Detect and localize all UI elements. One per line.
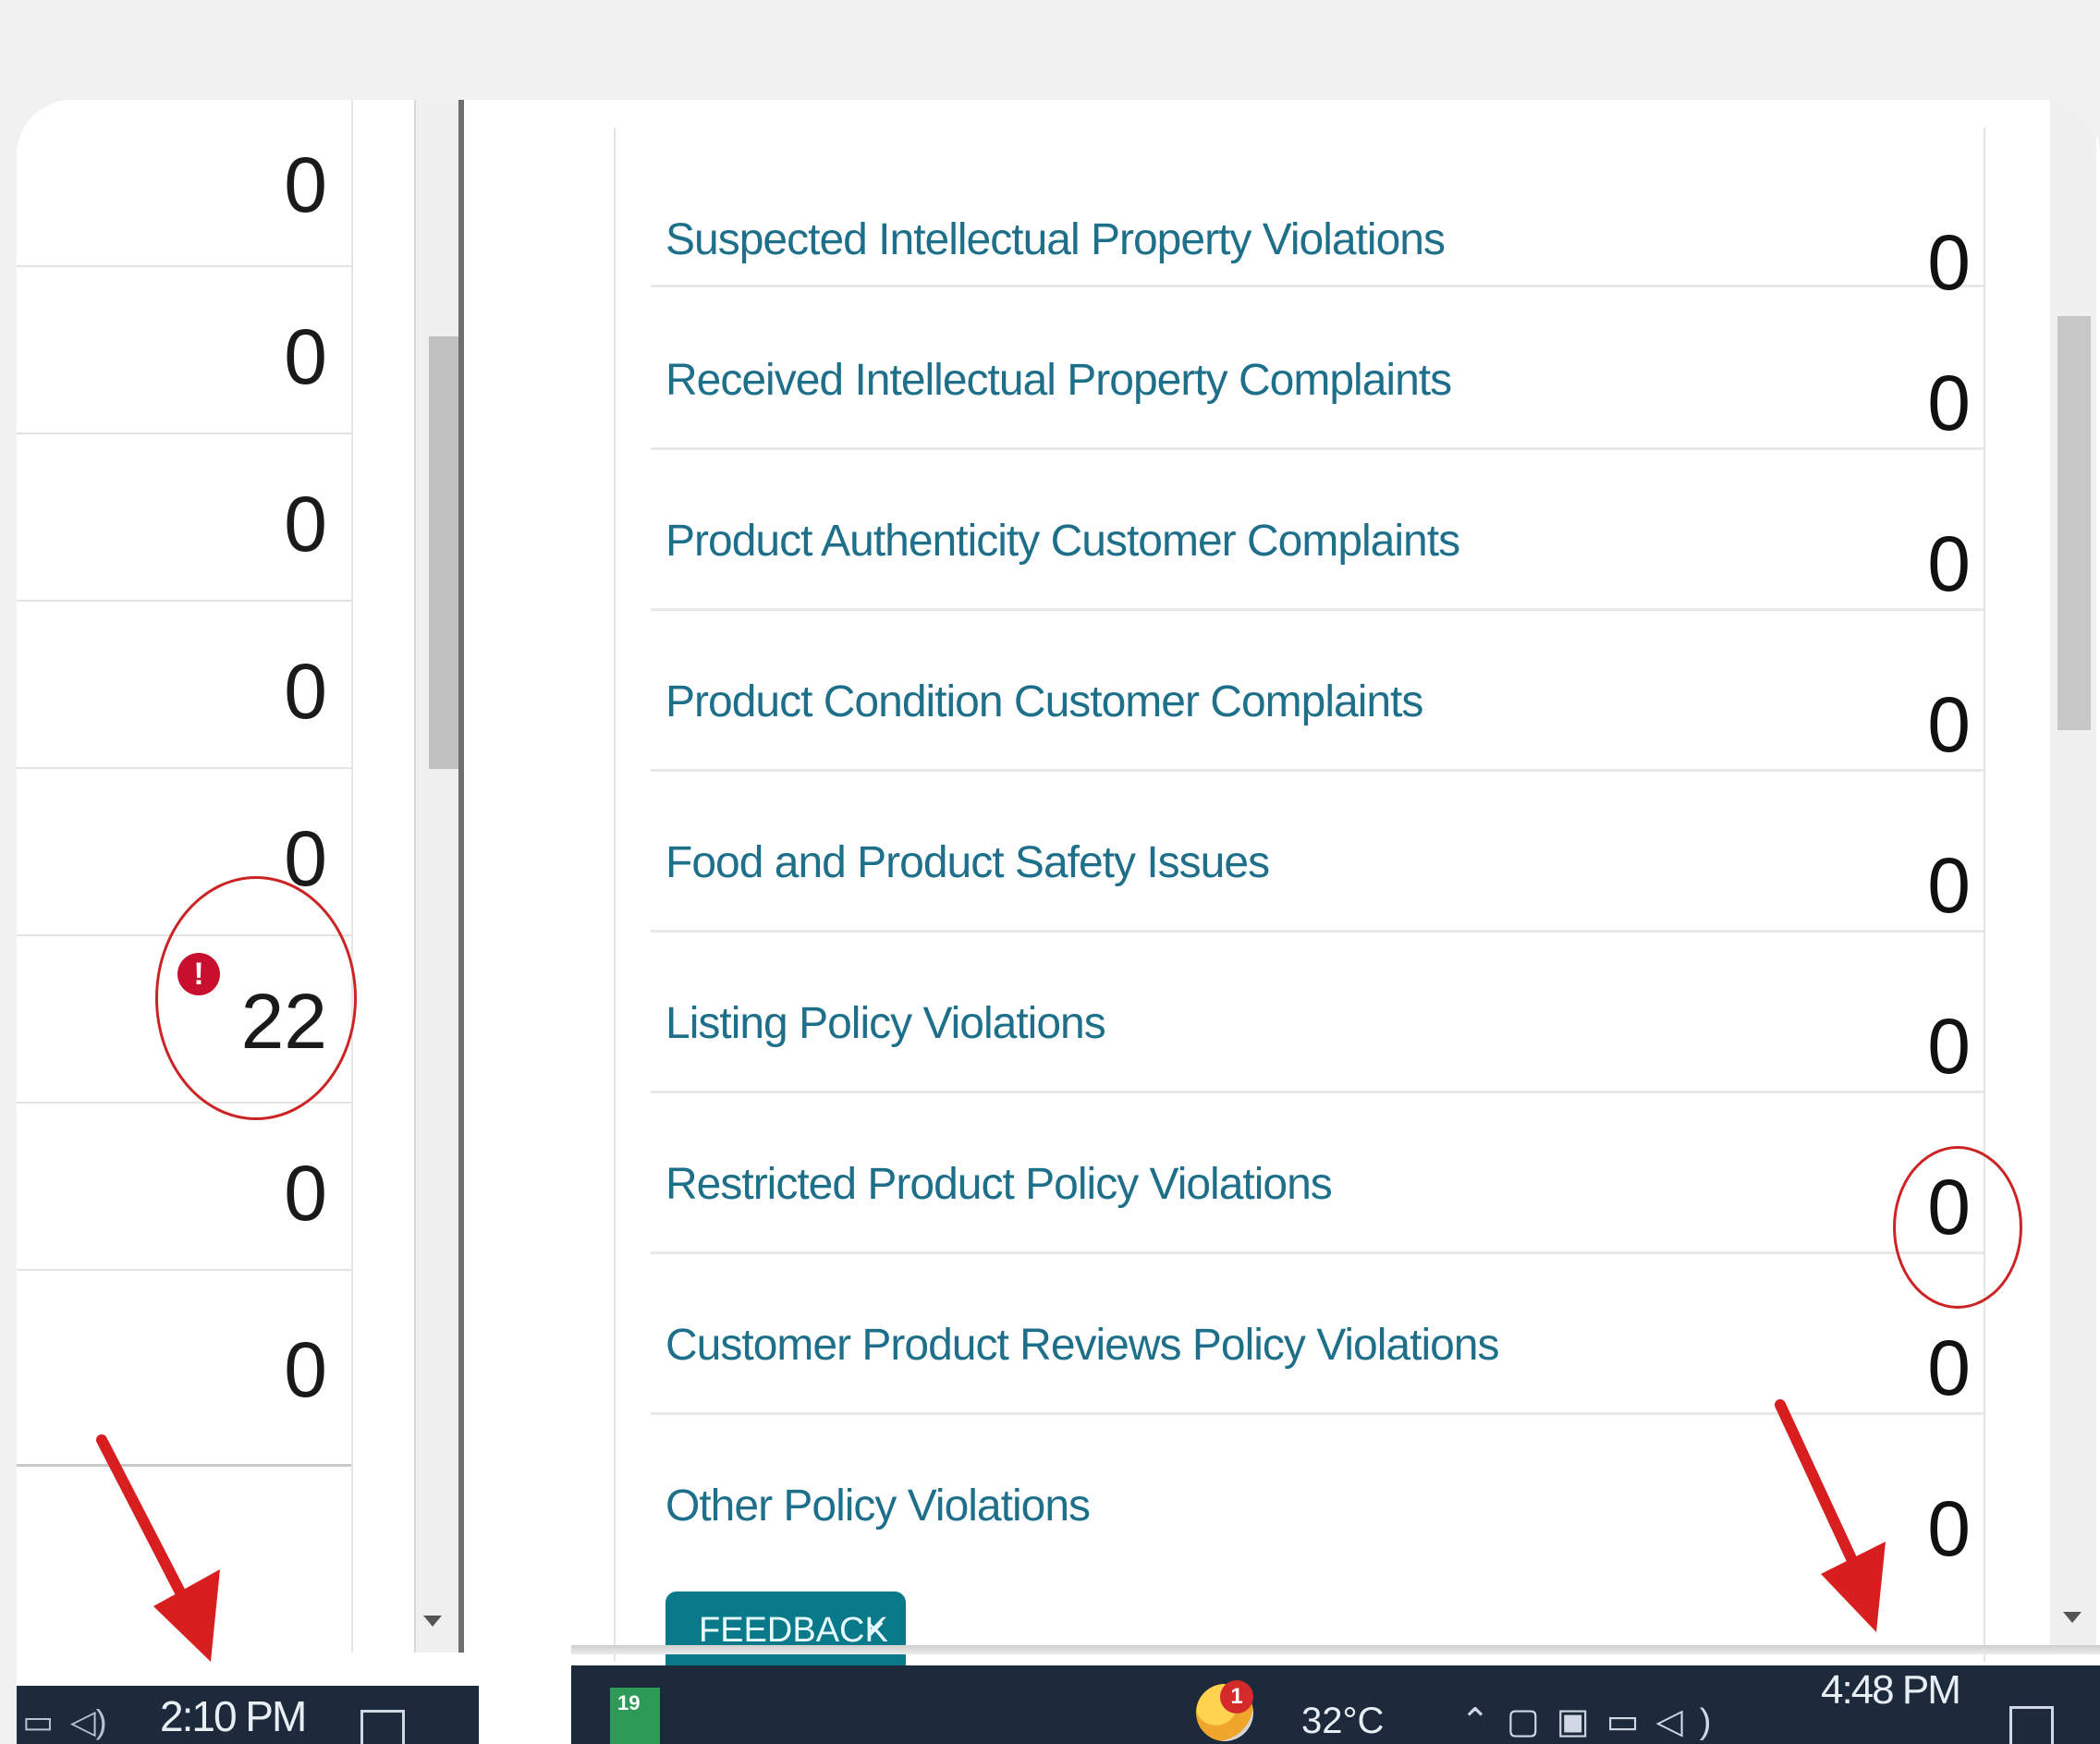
table-row: 0 <box>17 267 351 434</box>
metric-link[interactable]: Product Authenticity Customer Complaints <box>665 516 1460 567</box>
right-scrollbar-thumb[interactable] <box>2057 316 2091 730</box>
count-value: 0 <box>284 313 327 400</box>
list-item: Listing Policy Violations 0 <box>651 933 1984 1093</box>
calendar-day: 19 <box>617 1691 641 1714</box>
metric-count: 0 <box>1927 1485 1971 1572</box>
list-item: Customer Product Reviews Policy Violatio… <box>651 1255 1984 1415</box>
list-item: Product Authenticity Customer Complaints… <box>651 451 1984 611</box>
metric-link[interactable]: Customer Product Reviews Policy Violatio… <box>665 1320 1499 1371</box>
scroll-down-arrow-icon[interactable] <box>2063 1612 2082 1623</box>
table-row: 0 <box>17 100 351 267</box>
close-icon[interactable]: × <box>865 1592 885 1669</box>
weather-alert-badge: 1 <box>1220 1680 1253 1714</box>
metric-link[interactable]: Food and Product Safety Issues <box>665 837 1270 888</box>
metric-link[interactable]: Suspected Intellectual Property Violatio… <box>665 214 1446 265</box>
count-value: 0 <box>284 1326 327 1413</box>
list-item: Received Intellectual Property Complaint… <box>651 290 1984 450</box>
metric-count: 0 <box>1927 681 1971 768</box>
feedback-button[interactable]: FEEDBACK × <box>665 1592 906 1669</box>
network-icon[interactable]: ▭ <box>22 1702 54 1741</box>
comparison-card: 0 0 0 0 0 ! 22 0 0 ▭ ◁) 2:10 PM Suspecte… <box>17 100 2100 1744</box>
left-scrollbar[interactable] <box>414 100 464 1653</box>
annotation-circle <box>1893 1146 2022 1309</box>
list-item: Food and Product Safety Issues 0 <box>651 773 1984 933</box>
metric-link[interactable]: Listing Policy Violations <box>665 998 1106 1049</box>
table-row: 0 <box>17 1104 351 1271</box>
scroll-down-arrow-icon[interactable] <box>423 1616 442 1627</box>
left-screenshot: 0 0 0 0 0 ! 22 0 0 ▭ ◁) 2:10 PM <box>17 100 479 1744</box>
taskbar-clock[interactable]: 2:10 PM <box>160 1691 307 1741</box>
taskbar-clock[interactable]: 4:48 PM <box>1821 1667 1961 1714</box>
metric-link[interactable]: Restricted Product Policy Violations <box>665 1159 1333 1210</box>
window-frame-edge <box>458 100 464 1653</box>
annotation-arrow-icon <box>96 1434 220 1662</box>
annotation-arrow-icon <box>1775 1399 1886 1632</box>
count-value: 0 <box>284 141 327 228</box>
metric-count: 0 <box>1927 360 1971 446</box>
table-row: 0 <box>17 434 351 602</box>
left-scrollbar-thumb[interactable] <box>429 336 460 769</box>
count-value: 0 <box>284 648 327 735</box>
feedback-label: FEEDBACK <box>699 1611 888 1650</box>
metric-link[interactable]: Product Condition Customer Complaints <box>665 677 1423 727</box>
metric-link[interactable]: Other Policy Violations <box>665 1481 1091 1531</box>
notification-center-icon[interactable] <box>2009 1706 2054 1744</box>
metric-link[interactable]: Received Intellectual Property Complaint… <box>665 355 1452 406</box>
metric-count: 0 <box>1927 520 1971 607</box>
list-item: Product Condition Customer Complaints 0 <box>651 612 1984 772</box>
notification-center-icon[interactable] <box>360 1710 405 1744</box>
temperature-readout[interactable]: 32°C <box>1301 1701 1384 1742</box>
annotation-circle <box>155 876 357 1120</box>
table-row: 0 <box>17 602 351 769</box>
right-screenshot: Suspected Intellectual Property Violatio… <box>571 100 2100 1744</box>
calendar-app-icon[interactable]: 19 <box>610 1688 660 1744</box>
left-counts-table: 0 0 0 0 0 ! 22 0 0 <box>17 100 353 1653</box>
list-item: Suspected Intellectual Property Violatio… <box>651 128 1984 301</box>
speaker-icon[interactable]: ◁) <box>70 1702 107 1741</box>
list-item: Restricted Product Policy Violations 0 <box>651 1094 1984 1254</box>
count-value: 0 <box>284 481 327 567</box>
right-taskbar: 19 1 32°C ⌃▢▣▭◁) 4:48 PM <box>571 1665 2100 1744</box>
left-taskbar: ▭ ◁) 2:10 PM <box>17 1686 479 1744</box>
window-bottom-edge <box>571 1645 2100 1654</box>
count-value: 0 <box>284 1150 327 1237</box>
system-tray-icons[interactable]: ⌃▢▣▭◁) <box>1460 1701 1728 1742</box>
metric-count: 0 <box>1927 1324 1971 1411</box>
metric-count: 0 <box>1927 1003 1971 1090</box>
metric-count: 0 <box>1927 842 1971 929</box>
